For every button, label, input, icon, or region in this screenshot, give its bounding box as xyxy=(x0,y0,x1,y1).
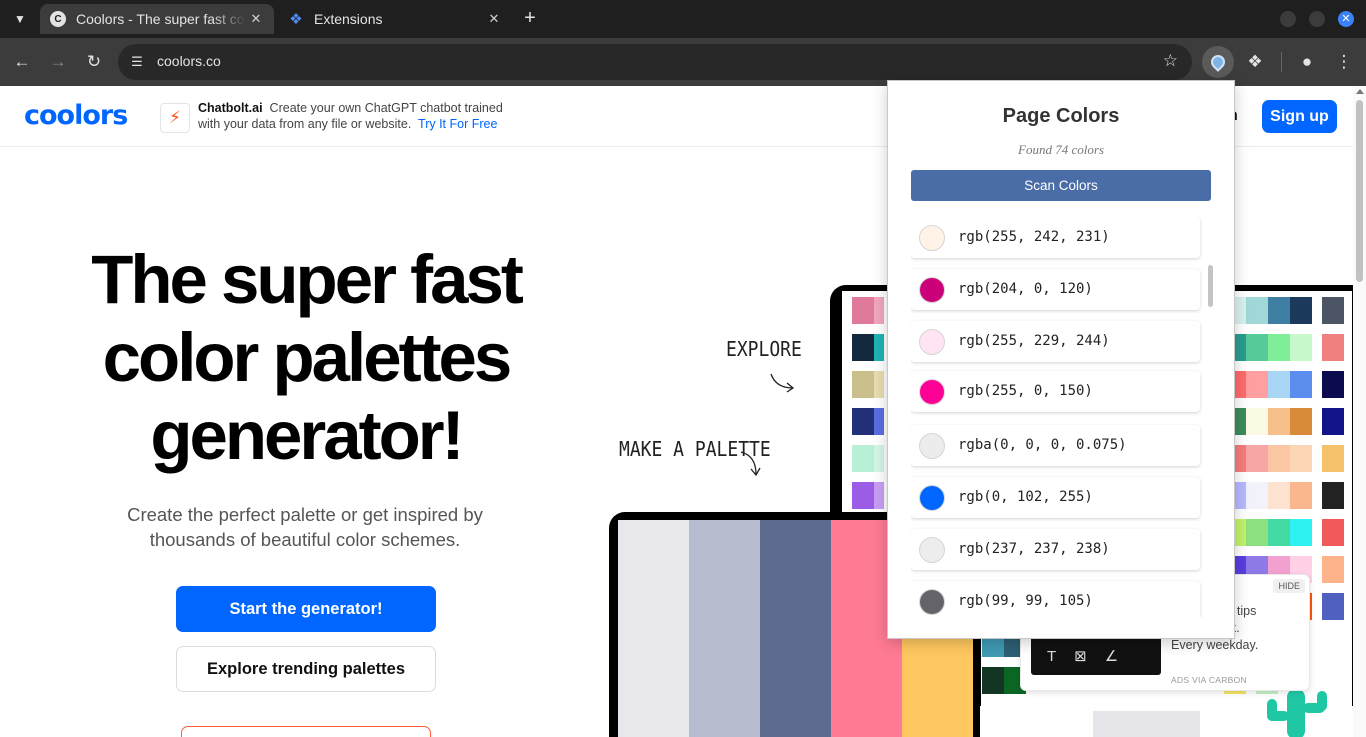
monitor-stand xyxy=(1093,711,1200,737)
carbon-text-3: Every weekday. xyxy=(1171,638,1259,652)
maximize-button[interactable] xyxy=(1309,11,1325,27)
color-value[interactable]: rgb(255, 242, 231) xyxy=(958,229,1110,245)
ads-via-carbon[interactable]: ADS VIA CARBON xyxy=(1171,675,1247,685)
color-item[interactable]: rgb(204, 0, 120) xyxy=(911,269,1200,310)
color-swatch xyxy=(919,277,945,303)
scroll-up-arrow-icon[interactable] xyxy=(1356,89,1364,94)
color-list[interactable]: rgb(255, 242, 231) rgb(204, 0, 120) rgb(… xyxy=(911,217,1206,617)
color-swatch xyxy=(919,329,945,355)
explore-arrow-icon xyxy=(770,373,795,393)
page-scroll-thumb[interactable] xyxy=(1356,100,1363,282)
puzzle-icon: ❖ xyxy=(289,11,303,28)
color-value[interactable]: rgba(0, 0, 0, 0.075) xyxy=(958,437,1127,453)
page-colors-popup: Page Colors Found 74 colors Scan Colors … xyxy=(887,80,1235,639)
site-info-icon[interactable]: ☰ xyxy=(128,53,146,71)
popup-title: Page Colors xyxy=(1002,105,1120,127)
profile-icon[interactable]: ● xyxy=(1295,50,1319,74)
minimize-button[interactable] xyxy=(1280,11,1296,27)
color-item[interactable]: rgb(255, 0, 150) xyxy=(911,371,1200,412)
hide-ad-button[interactable]: HIDE xyxy=(1273,579,1305,593)
new-tab-button[interactable]: + xyxy=(518,7,542,31)
toolbar-divider xyxy=(1281,52,1282,72)
colors-found-count: Found 74 colors xyxy=(1018,142,1104,157)
hero-title: The super fast color palettes generator! xyxy=(40,241,572,475)
color-swatch xyxy=(919,379,945,405)
forward-button[interactable]: → xyxy=(46,50,70,74)
close-window-button[interactable]: ✕ xyxy=(1338,11,1354,27)
sign-up-button[interactable]: Sign up xyxy=(1262,100,1337,133)
color-item[interactable]: rgb(255, 229, 244) xyxy=(911,321,1200,362)
ad-line-2: with your data from any file or website.… xyxy=(198,117,497,131)
browser-toolbar: ← → ↻ ☰ coolors.co ☆ ❖ ● ⋮ xyxy=(0,38,1366,86)
address-bar[interactable]: ☰ coolors.co ☆ xyxy=(118,44,1192,80)
url-text: coolors.co xyxy=(157,53,221,69)
hero-subtitle: Create the perfect palette or get inspir… xyxy=(127,504,483,550)
color-value[interactable]: rgb(204, 0, 120) xyxy=(958,281,1093,297)
color-value[interactable]: rgb(237, 237, 238) xyxy=(958,541,1110,557)
tab-close-icon[interactable]: ✕ xyxy=(248,11,264,27)
color-value[interactable]: rgb(99, 99, 105) xyxy=(958,593,1093,609)
hero-title-line: generator! xyxy=(150,397,464,474)
ad-cta-link[interactable]: Try It For Free xyxy=(418,117,497,131)
color-item[interactable]: rgb(0, 102, 255) xyxy=(911,477,1200,518)
palette-swatch xyxy=(689,520,760,737)
palette-swatch xyxy=(760,520,831,737)
color-list-scroll-thumb[interactable] xyxy=(1208,265,1213,307)
ad-brand: Chatbolt.ai xyxy=(198,101,263,115)
menu-kebab-icon[interactable]: ⋮ xyxy=(1332,50,1356,74)
explore-label: EXPLORE xyxy=(726,337,802,362)
back-button[interactable]: ← xyxy=(10,50,34,74)
ad-text-1: Create your own ChatGPT chatbot trained xyxy=(269,101,503,115)
ad-line-1: Chatbolt.ai Create your own ChatGPT chat… xyxy=(198,101,503,115)
color-item[interactable]: rgb(255, 242, 231) xyxy=(911,217,1200,258)
explore-palettes-button[interactable]: Explore trending palettes xyxy=(176,646,436,692)
tab-coolors[interactable]: C Coolors - The super fast color palette… xyxy=(40,4,274,34)
coolors-favicon-icon: C xyxy=(50,11,66,27)
tab-extensions[interactable]: ❖ Extensions ✕ xyxy=(278,4,512,34)
chatbolt-logo-icon: ⚡ xyxy=(160,103,190,133)
third-hero-button[interactable] xyxy=(181,726,431,737)
color-list-scrollbar[interactable] xyxy=(1208,217,1214,617)
color-value[interactable]: rgb(255, 0, 150) xyxy=(958,383,1093,399)
page-scrollbar[interactable] xyxy=(1353,86,1366,737)
hero-title-line: The super fast xyxy=(91,241,524,318)
extensions-puzzle-icon[interactable]: ❖ xyxy=(1243,50,1267,74)
color-item[interactable]: rgb(99, 99, 105) xyxy=(911,581,1200,617)
ad-text-2: with your data from any file or website. xyxy=(198,117,412,131)
tab-search-button[interactable]: ▼ xyxy=(8,7,32,31)
color-value[interactable]: rgb(255, 229, 244) xyxy=(958,333,1110,349)
eyedropper-icon xyxy=(1208,52,1228,72)
color-value[interactable]: rgb(0, 102, 255) xyxy=(958,489,1093,505)
color-item[interactable]: rgb(237, 237, 238) xyxy=(911,529,1200,570)
scan-colors-button[interactable]: Scan Colors xyxy=(911,170,1211,201)
tab-title: Extensions xyxy=(314,11,383,27)
hero-title-line: color palettes xyxy=(102,319,513,396)
color-item[interactable]: rgba(0, 0, 0, 0.075) xyxy=(911,425,1200,466)
tool-glyphs-icon: T⊠∠ xyxy=(1047,648,1137,665)
tab-close-icon[interactable]: ✕ xyxy=(486,11,502,27)
color-swatch xyxy=(919,537,945,563)
color-swatch xyxy=(919,433,945,459)
palette-swatch xyxy=(618,520,689,737)
tab-strip: ▼ C Coolors - The super fast color palet… xyxy=(0,0,1366,38)
tab-title: Coolors - The super fast color palettes … xyxy=(76,11,246,27)
make-palette-arrow-icon xyxy=(740,451,761,477)
header-ad[interactable]: ⚡ Chatbolt.ai Create your own ChatGPT ch… xyxy=(160,101,540,133)
coolors-logo[interactable]: coolors xyxy=(24,100,128,131)
color-swatch xyxy=(919,225,945,251)
bookmark-star-icon[interactable]: ☆ xyxy=(1163,51,1178,71)
reload-button[interactable]: ↻ xyxy=(82,50,106,74)
color-extension-button[interactable] xyxy=(1202,46,1234,78)
color-swatch xyxy=(919,589,945,615)
start-generator-button[interactable]: Start the generator! xyxy=(176,586,436,632)
color-swatch xyxy=(919,485,945,511)
